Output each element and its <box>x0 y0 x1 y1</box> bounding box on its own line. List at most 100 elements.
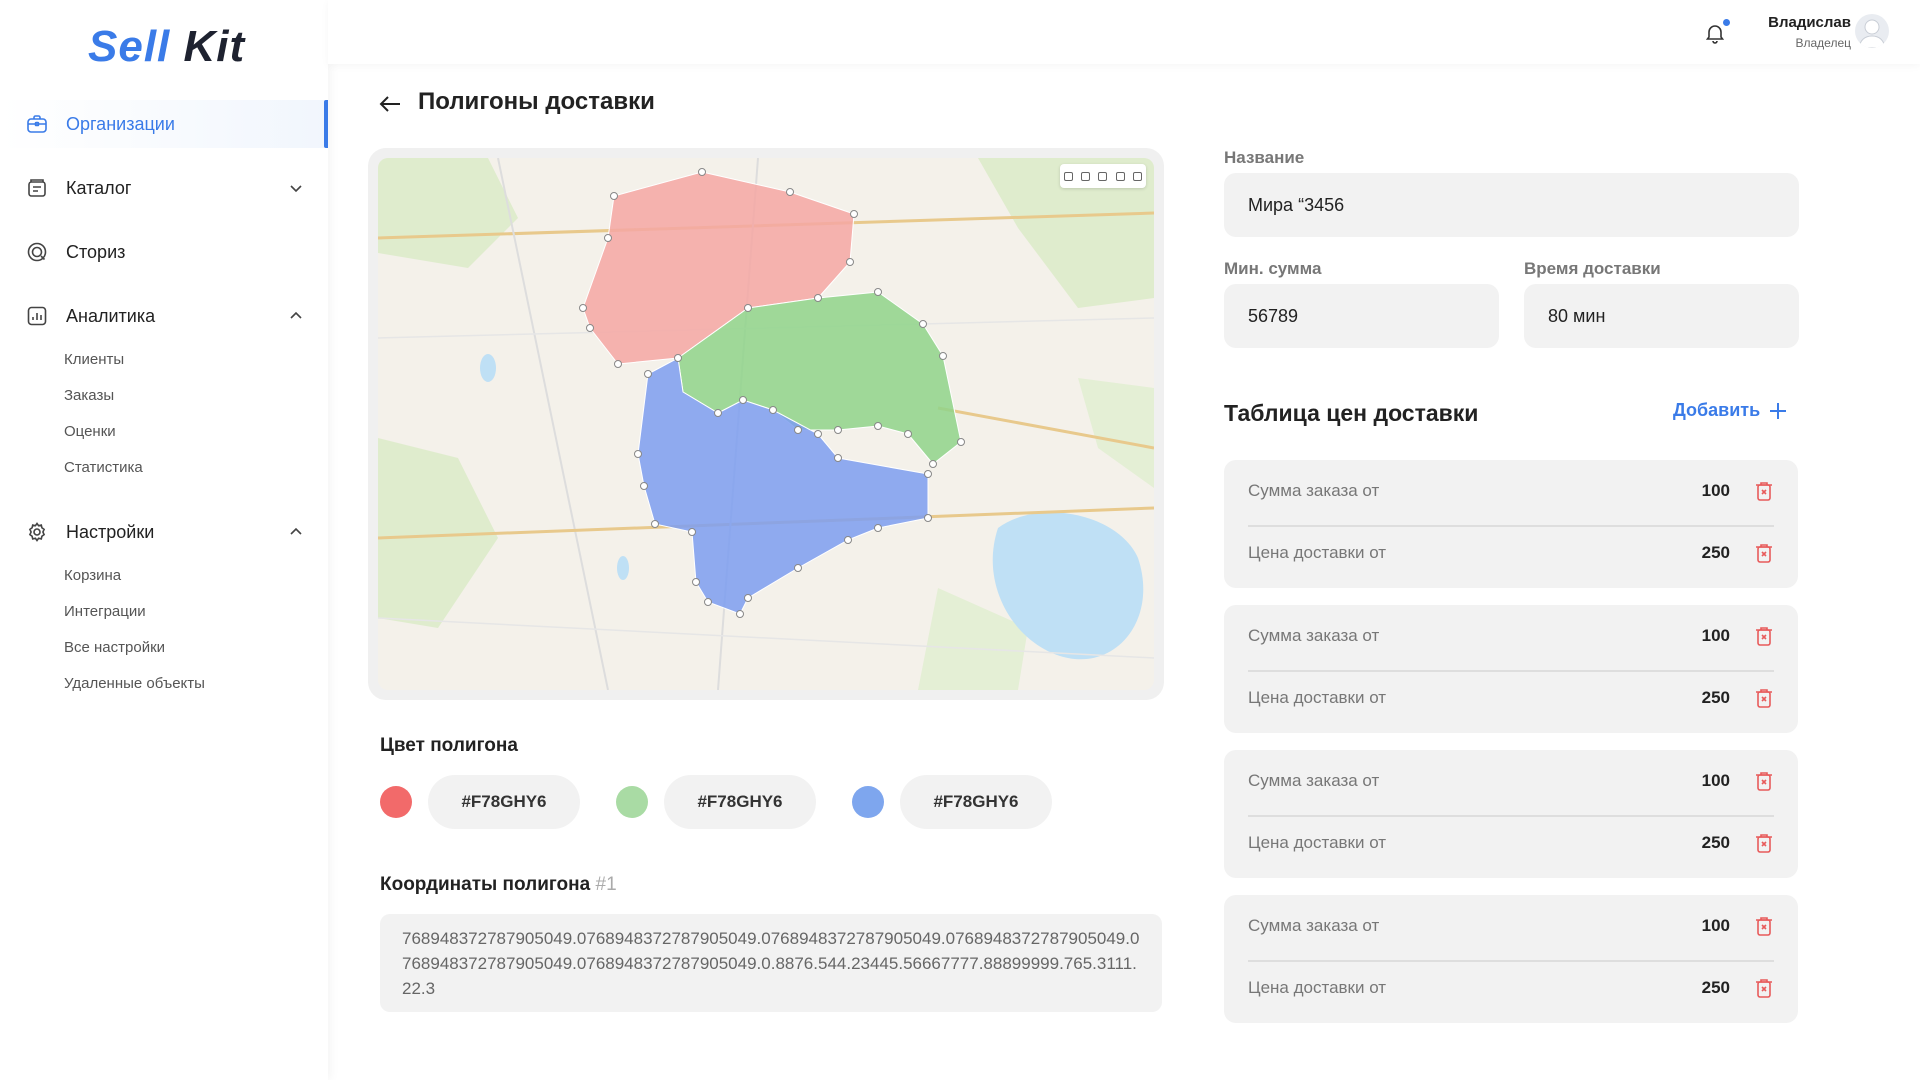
plus-icon <box>1770 402 1787 419</box>
user-name[interactable]: Владислав <box>1768 14 1851 31</box>
delivery-price-label: Цена доставки от <box>1248 833 1387 852</box>
trash-icon[interactable] <box>1754 770 1774 792</box>
trash-icon[interactable] <box>1754 977 1774 999</box>
min-sum-field[interactable]: 56789 <box>1224 284 1499 348</box>
color-code-chip[interactable]: #F78GHY6 <box>664 775 816 829</box>
color-swatch-red[interactable] <box>380 786 412 818</box>
order-sum-value[interactable]: 100 <box>1702 916 1730 936</box>
order-sum-label: Сумма заказа от <box>1248 916 1380 935</box>
delivery-price-row: Цена доставки от 250 <box>1248 522 1774 584</box>
min-sum-label: Мин. сумма <box>1224 259 1322 278</box>
map-tool-icon[interactable] <box>1064 171 1074 181</box>
order-sum-row: Сумма заказа от 100 <box>1248 750 1774 812</box>
delivery-time-label: Время доставки <box>1524 259 1661 278</box>
sidebar-subitem-all-settings[interactable]: Все настройки <box>64 639 165 656</box>
sidebar-item-organizations[interactable]: Организации <box>0 100 328 148</box>
logo-part-2: Kit <box>183 22 246 71</box>
map-toolbar[interactable] <box>1060 164 1146 188</box>
logo[interactable]: Sell Kit <box>88 22 245 72</box>
map-container <box>368 148 1164 700</box>
polygon-number: #1 <box>595 874 617 895</box>
order-sum-row: Сумма заказа от 100 <box>1248 895 1774 957</box>
chevron-down-icon[interactable] <box>288 180 304 196</box>
coordinates-label: Координаты полигона #1 <box>380 874 617 896</box>
delivery-time-field[interactable]: 80 мин <box>1524 284 1799 348</box>
color-swatch-blue[interactable] <box>852 786 884 818</box>
chevron-up-icon[interactable] <box>288 524 304 540</box>
logo-part-1: Sell <box>88 22 171 71</box>
delivery-map[interactable] <box>378 158 1154 690</box>
trash-icon[interactable] <box>1754 542 1774 564</box>
order-sum-row: Сумма заказа от 100 <box>1248 605 1774 667</box>
order-sum-label: Сумма заказа от <box>1248 481 1380 500</box>
sidebar-subitem-clients[interactable]: Клиенты <box>64 351 124 368</box>
delivery-price-row: Цена доставки от 250 <box>1248 667 1774 729</box>
sidebar-item-label: Сториз <box>66 241 126 262</box>
notification-dot <box>1722 18 1731 27</box>
avatar[interactable] <box>1855 14 1889 48</box>
price-card: Сумма заказа от 100 Цена доставки от 250 <box>1224 460 1798 588</box>
trash-icon[interactable] <box>1754 625 1774 647</box>
delivery-price-value[interactable]: 250 <box>1702 833 1730 853</box>
delivery-price-label: Цена доставки от <box>1248 978 1387 997</box>
briefcase-icon <box>26 113 48 135</box>
sidebar-subitem-integrations[interactable]: Интеграции <box>64 603 146 620</box>
catalog-icon <box>26 177 48 199</box>
map-tool-icon[interactable] <box>1098 171 1108 181</box>
back-arrow-icon[interactable] <box>376 90 404 118</box>
map-tool-icon[interactable] <box>1081 171 1091 181</box>
order-sum-value[interactable]: 100 <box>1702 626 1730 646</box>
name-field[interactable]: Мира “3456 <box>1224 173 1799 237</box>
coordinates-label-text: Координаты полигона <box>380 874 591 895</box>
color-code-chip[interactable]: #F78GHY6 <box>428 775 580 829</box>
sidebar-item-catalog[interactable]: Каталог <box>0 164 328 212</box>
add-price-button[interactable]: Добавить <box>1673 400 1788 421</box>
trash-icon[interactable] <box>1754 687 1774 709</box>
sidebar-subitem-cart[interactable]: Корзина <box>64 567 121 584</box>
delivery-price-value[interactable]: 250 <box>1702 978 1730 998</box>
delivery-price-value[interactable]: 250 <box>1702 688 1730 708</box>
sidebar-item-label: Каталог <box>66 177 132 198</box>
stories-icon <box>26 241 48 263</box>
delivery-price-row: Цена доставки от 250 <box>1248 957 1774 1019</box>
delivery-price-value[interactable]: 250 <box>1702 543 1730 563</box>
price-card: Сумма заказа от 100 Цена доставки от 250 <box>1224 895 1798 1023</box>
sidebar: Sell Kit Организации Каталог Сториз Анал… <box>0 0 328 1080</box>
map-canvas[interactable] <box>378 158 1154 690</box>
delivery-price-row: Цена доставки от 250 <box>1248 812 1774 874</box>
delivery-price-label: Цена доставки от <box>1248 543 1387 562</box>
color-swatch-green[interactable] <box>616 786 648 818</box>
price-card: Сумма заказа от 100 Цена доставки от 250 <box>1224 750 1798 878</box>
order-sum-label: Сумма заказа от <box>1248 771 1380 790</box>
name-label: Название <box>1224 148 1305 167</box>
sidebar-subitem-orders[interactable]: Заказы <box>64 387 114 404</box>
chevron-up-icon[interactable] <box>288 308 304 324</box>
sidebar-item-label: Организации <box>66 113 175 134</box>
polygon-color-label: Цвет полигона <box>380 735 518 756</box>
coordinates-textarea[interactable]: 768948372787905049.076894837278790504​9.… <box>380 914 1162 1012</box>
color-code-chip[interactable]: #F78GHY6 <box>900 775 1052 829</box>
sidebar-subitem-statistics[interactable]: Статистика <box>64 459 143 476</box>
page-title: Полигоны доставки <box>418 88 655 115</box>
map-tool-icon[interactable] <box>1132 171 1142 181</box>
sidebar-item-settings[interactable]: Настройки <box>0 508 328 556</box>
sidebar-item-label: Настройки <box>66 521 155 542</box>
delivery-price-label: Цена доставки от <box>1248 688 1387 707</box>
order-sum-label: Сумма заказа от <box>1248 626 1380 645</box>
gear-icon <box>26 521 48 543</box>
sidebar-subitem-ratings[interactable]: Оценки <box>64 423 116 440</box>
sidebar-item-stories[interactable]: Сториз <box>0 228 328 276</box>
trash-icon[interactable] <box>1754 832 1774 854</box>
trash-icon[interactable] <box>1754 915 1774 937</box>
analytics-icon <box>26 305 48 327</box>
sidebar-subitem-deleted-objects[interactable]: Удаленные объекты <box>64 675 205 692</box>
sidebar-item-analytics[interactable]: Аналитика <box>0 292 328 340</box>
price-card: Сумма заказа от 100 Цена доставки от 250 <box>1224 605 1798 733</box>
price-table-title: Таблица цен доставки <box>1224 400 1479 426</box>
add-price-label: Добавить <box>1673 400 1761 420</box>
order-sum-value[interactable]: 100 <box>1702 481 1730 501</box>
map-tool-icon[interactable] <box>1115 171 1125 181</box>
order-sum-row: Сумма заказа от 100 <box>1248 460 1774 522</box>
trash-icon[interactable] <box>1754 480 1774 502</box>
order-sum-value[interactable]: 100 <box>1702 771 1730 791</box>
